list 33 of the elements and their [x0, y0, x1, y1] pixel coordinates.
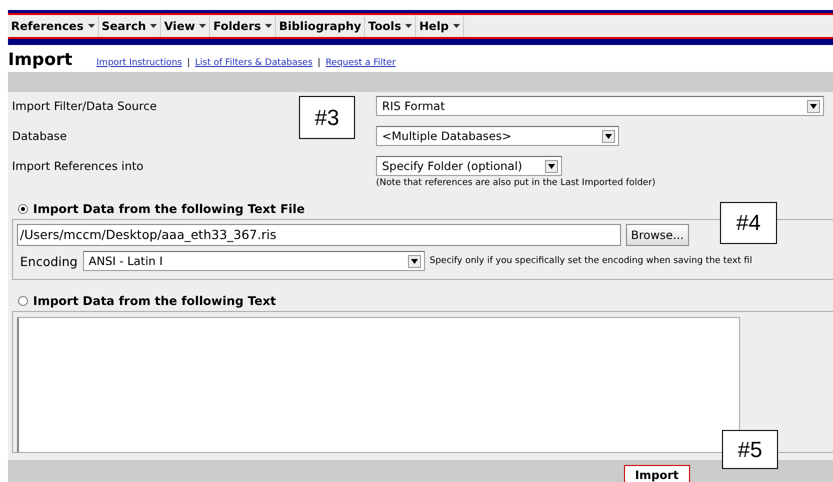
- encoding-note: Specify only if you specifically set the encoding when saving the text fil: [430, 256, 752, 266]
- help-link[interactable]: Request a Filter: [326, 58, 396, 68]
- encoding-label: Encoding: [19, 254, 78, 268]
- encoding-dropdown[interactable]: ANSI - Latin I: [82, 251, 425, 271]
- menu-item[interactable]: References: [8, 15, 99, 37]
- radio-button[interactable]: [18, 296, 28, 306]
- field-label: Import Filter/Data Source: [11, 98, 158, 115]
- file-path-field[interactable]: /Users/mccm/Desktop/aaa_eth33_367.ris: [17, 224, 621, 246]
- radio-label: Import Data from the following Text: [33, 294, 276, 308]
- help-link[interactable]: Import Instructions: [96, 58, 182, 68]
- dropdown-field[interactable]: Specify Folder (optional): [376, 156, 562, 176]
- menu-item[interactable]: Folders: [210, 15, 276, 37]
- link-separator: |: [187, 58, 190, 68]
- page-title: Import: [8, 50, 72, 70]
- field-label: Import References into: [11, 158, 144, 175]
- menu-item[interactable]: Tools: [365, 15, 416, 37]
- folder-note: (Note that references are also put in the Last Imported folder): [376, 178, 656, 188]
- callout-label: #3: [299, 96, 355, 139]
- menu-item[interactable]: Help: [416, 15, 464, 37]
- dropdown-field[interactable]: <Multiple Databases>: [376, 126, 619, 146]
- browse-button[interactable]: Browse...: [626, 224, 689, 246]
- field-label: Database: [11, 128, 68, 145]
- help-link[interactable]: List of Filters & Databases: [195, 58, 313, 68]
- radio-label: Import Data from the following Text File: [33, 202, 305, 216]
- menu-item[interactable]: Search: [98, 15, 162, 37]
- link-separator: |: [318, 58, 321, 68]
- callout-label: #5: [722, 430, 778, 469]
- menu-item[interactable]: Bibliography: [276, 15, 366, 37]
- menu-item[interactable]: View: [161, 15, 210, 37]
- dropdown-field[interactable]: RIS Format: [376, 96, 824, 116]
- callout-label: #4: [720, 202, 777, 244]
- radio-button[interactable]: [18, 204, 28, 214]
- import-button[interactable]: Import: [624, 465, 690, 482]
